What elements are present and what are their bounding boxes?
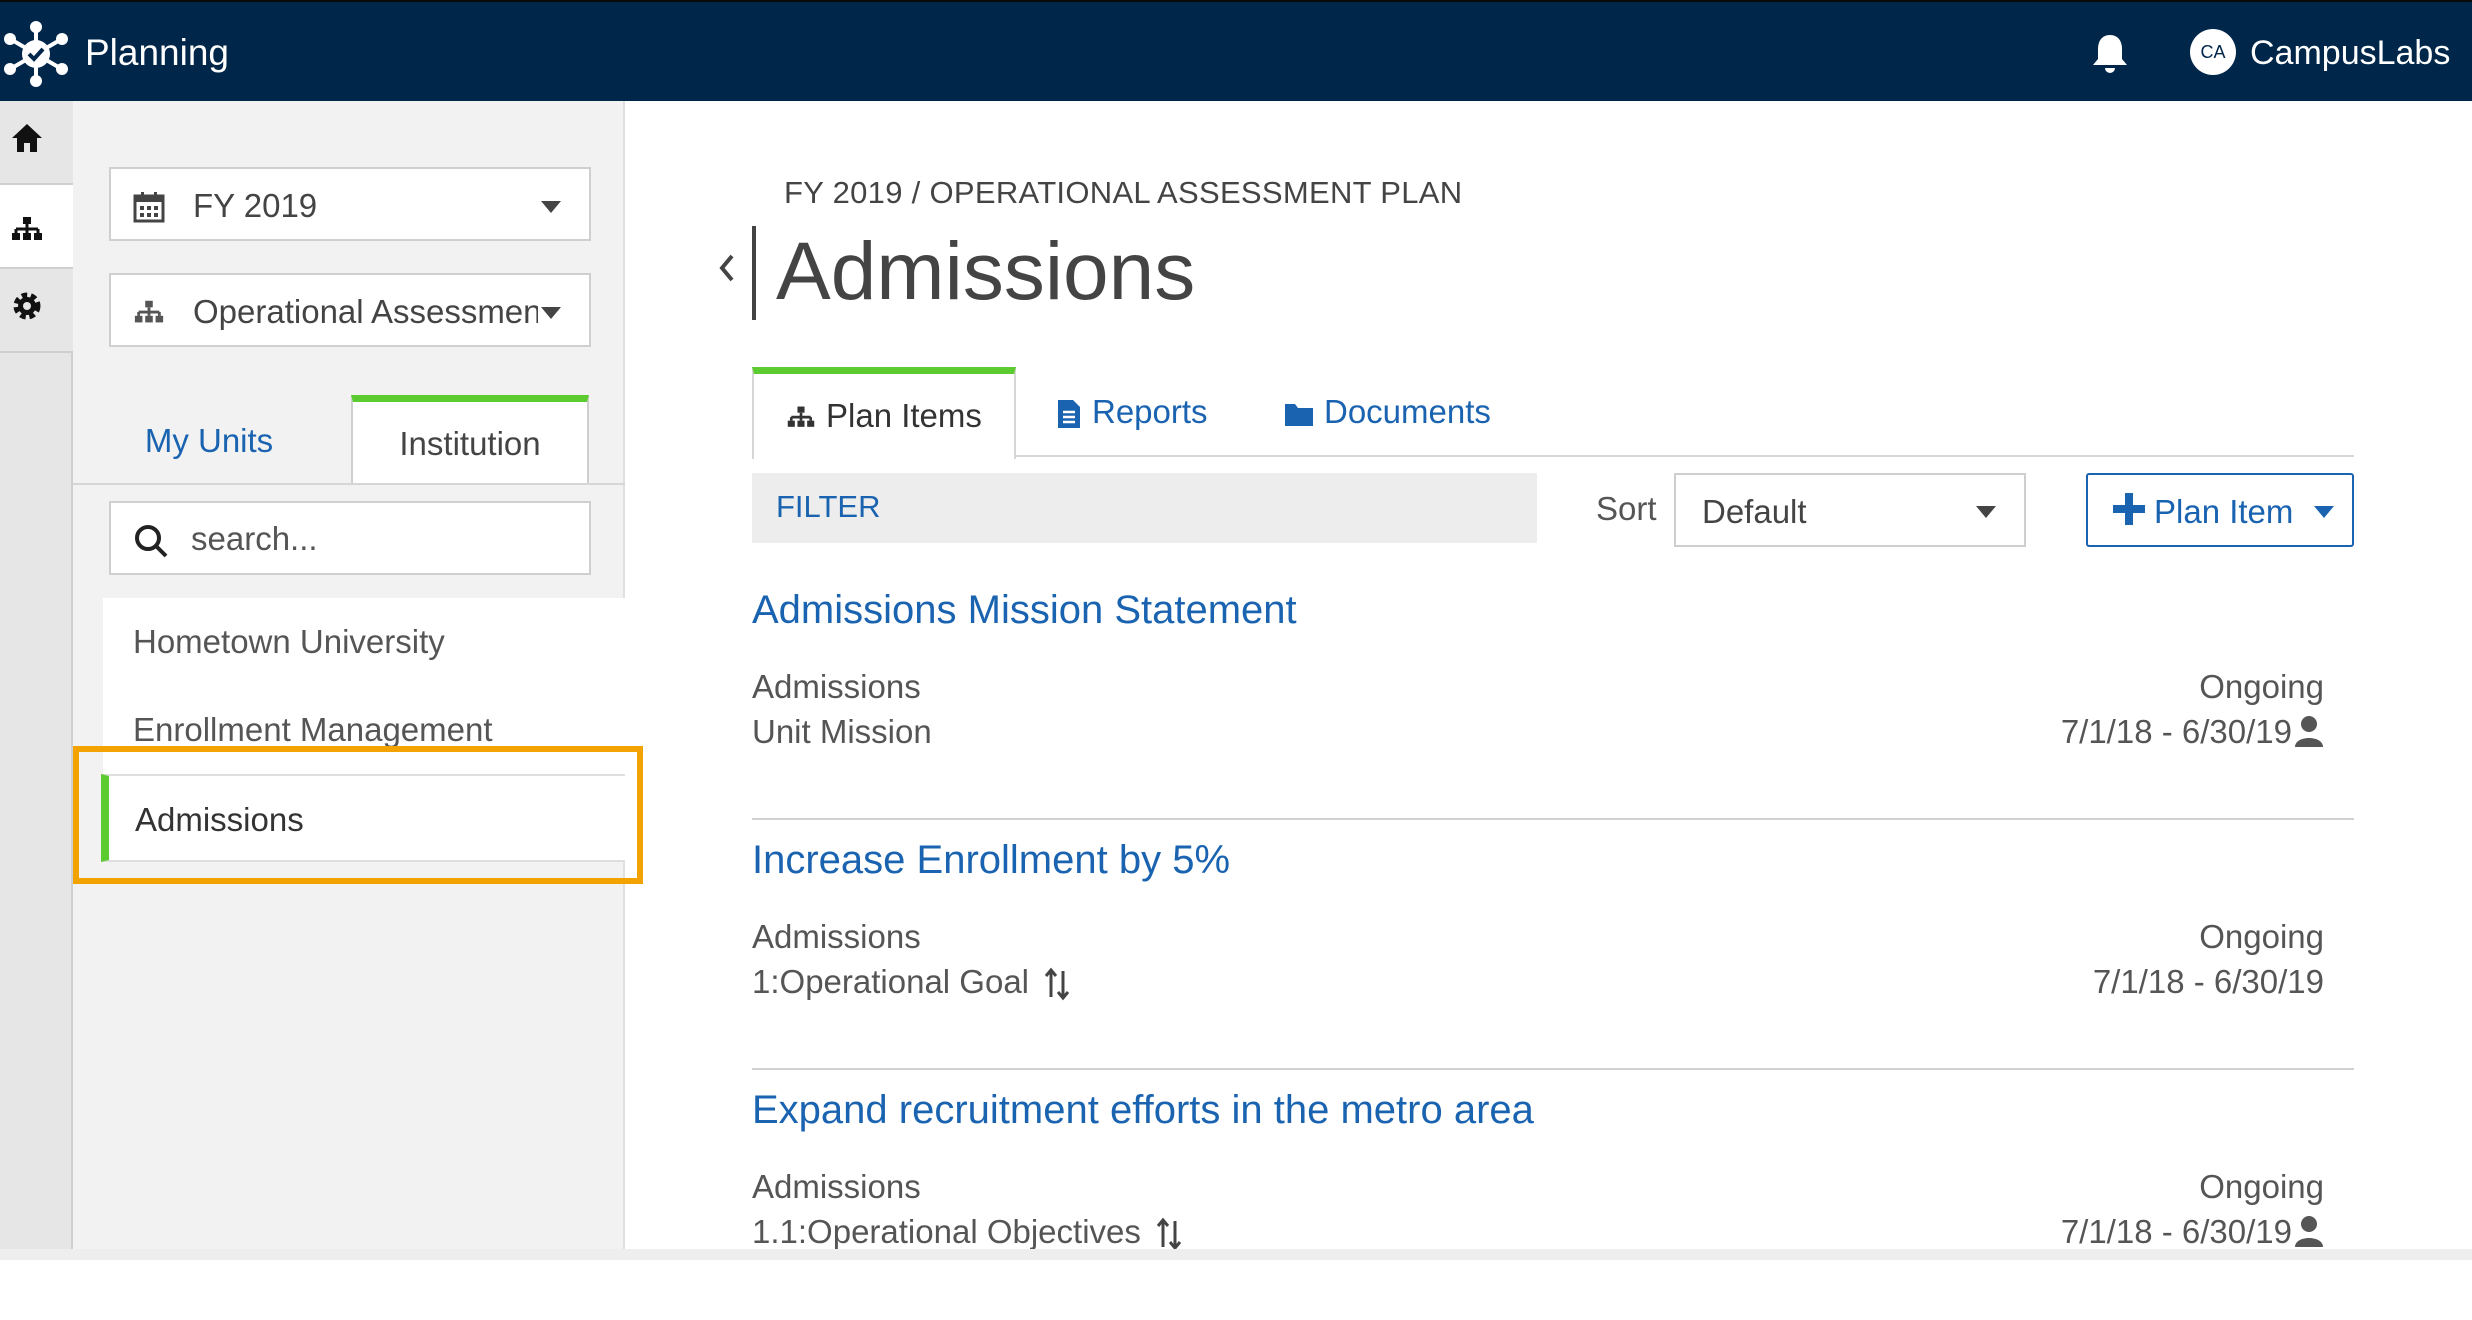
tab-reports[interactable]: Reports xyxy=(1056,367,1208,457)
top-bar: Planning CA CampusLabs xyxy=(0,0,2472,101)
tab-plan-items[interactable]: Plan Items xyxy=(752,367,1016,459)
bottom-scroll-area xyxy=(0,1249,2472,1260)
tab-documents-label: Documents xyxy=(1324,393,1491,430)
filter-label: FILTER xyxy=(776,489,881,524)
plan-select[interactable]: Operational Assessment xyxy=(109,273,591,347)
unit-panel: FY 2019 Operational Assessment My Units … xyxy=(73,101,625,1249)
alignment-arrows-icon[interactable] xyxy=(1156,1217,1182,1251)
notifications-bell-icon[interactable] xyxy=(2090,32,2130,74)
gear-icon xyxy=(13,292,41,320)
plan-item: Expand recruitment efforts in the metro … xyxy=(752,1070,2354,1320)
plan-item-unit: Admissions xyxy=(752,668,921,705)
year-select[interactable]: FY 2019 xyxy=(109,167,591,241)
alignment-arrows-icon[interactable] xyxy=(1044,967,1070,1001)
tree-item-hometown-university[interactable]: Hometown University xyxy=(103,598,625,686)
plan-item: Admissions Mission Statement Admissions … xyxy=(752,570,2354,820)
user-name[interactable]: CampusLabs xyxy=(2250,34,2450,73)
plan-item-title[interactable]: Increase Enrollment by 5% xyxy=(752,838,1230,883)
tree-item-admissions[interactable]: Admissions xyxy=(101,774,625,862)
tab-institution[interactable]: Institution xyxy=(351,395,589,485)
plan-item-title[interactable]: Admissions Mission Statement xyxy=(752,588,1297,633)
plan-item-dates: 7/1/18 - 6/30/19 xyxy=(2092,963,2324,1000)
icon-rail xyxy=(0,101,73,1249)
content-tabs: Plan Items Reports Documents xyxy=(752,367,2354,459)
rail-settings[interactable] xyxy=(0,269,73,353)
plan-item-type: 1.1:Operational Objectives xyxy=(752,1213,1182,1251)
plan-item-status: Ongoing xyxy=(2199,1168,2324,1205)
add-plan-item-label: Plan Item xyxy=(2154,493,2294,530)
plan-item-type: 1:Operational Goal xyxy=(752,963,1070,1001)
add-plan-item-button[interactable]: Plan Item xyxy=(2086,473,2354,547)
chevron-left-icon[interactable] xyxy=(714,248,738,288)
hierarchy-icon xyxy=(787,406,815,428)
plan-item-type: Unit Mission xyxy=(752,713,932,751)
plan-item-dates-label: 7/1/18 - 6/30/19 xyxy=(2060,1213,2292,1250)
filter-bar[interactable]: FILTER xyxy=(752,473,1537,543)
plan-item-unit: Admissions xyxy=(752,1168,921,1205)
unit-tree: Hometown University Enrollment Managemen… xyxy=(101,598,625,862)
sort-select-value: Default xyxy=(1702,493,1807,530)
tab-reports-label: Reports xyxy=(1092,393,1208,430)
plan-item-dates: 7/1/18 - 6/30/19 xyxy=(2060,713,2323,751)
chevron-down-icon xyxy=(541,201,561,213)
app-title: Planning xyxy=(85,32,230,73)
chevron-down-icon xyxy=(2314,506,2334,518)
sort-label: Sort xyxy=(1596,490,1657,527)
plan-item-status: Ongoing xyxy=(2199,918,2324,955)
chevron-down-icon xyxy=(1976,506,1996,518)
rail-hierarchy[interactable] xyxy=(0,185,73,269)
home-icon xyxy=(12,124,42,152)
tab-divider xyxy=(73,483,625,485)
plan-item-list: Admissions Mission Statement Admissions … xyxy=(752,570,2354,1320)
user-avatar[interactable]: CA xyxy=(2190,29,2236,75)
plan-item-type-label: 1:Operational Goal xyxy=(752,963,1030,1000)
plan-item-type-label: Unit Mission xyxy=(752,713,932,750)
chevron-down-icon xyxy=(541,307,561,319)
folder-icon xyxy=(1285,404,1313,427)
plan-item-dates: 7/1/18 - 6/30/19 xyxy=(2060,1213,2323,1251)
tab-plan-items-label: Plan Items xyxy=(826,397,982,434)
rail-home[interactable] xyxy=(0,101,73,185)
plan-item-unit: Admissions xyxy=(752,918,921,955)
title-divider xyxy=(752,226,756,320)
person-icon[interactable] xyxy=(2294,1215,2324,1247)
report-icon xyxy=(1058,400,1080,429)
plan-item-type-label: 1.1:Operational Objectives xyxy=(752,1213,1141,1250)
person-icon[interactable] xyxy=(2294,715,2324,747)
search-input[interactable] xyxy=(191,517,571,561)
plus-icon xyxy=(2113,493,2145,525)
plan-select-value: Operational Assessment xyxy=(193,293,538,330)
hierarchy-icon xyxy=(12,217,42,240)
calendar-icon xyxy=(133,192,165,223)
unit-search[interactable] xyxy=(109,501,591,575)
tab-my-units[interactable]: My Units xyxy=(109,401,309,481)
plan-item-status: Ongoing xyxy=(2199,668,2324,705)
page-title: Admissions xyxy=(776,226,1196,317)
year-select-value: FY 2019 xyxy=(193,187,318,224)
plan-item-dates-label: 7/1/18 - 6/30/19 xyxy=(2060,713,2292,750)
plan-item: Increase Enrollment by 5% Admissions 1:O… xyxy=(752,820,2354,1070)
sort-select[interactable]: Default xyxy=(1674,473,2026,547)
hierarchy-icon xyxy=(134,300,164,323)
plan-item-title[interactable]: Expand recruitment efforts in the metro … xyxy=(752,1088,1534,1133)
search-icon xyxy=(135,525,168,558)
tab-documents[interactable]: Documents xyxy=(1284,367,1491,457)
breadcrumb: FY 2019 / OPERATIONAL ASSESSMENT PLAN xyxy=(784,175,1463,210)
app-logo-icon[interactable] xyxy=(2,20,70,88)
tree-item-enrollment-management[interactable]: Enrollment Management xyxy=(103,686,625,774)
